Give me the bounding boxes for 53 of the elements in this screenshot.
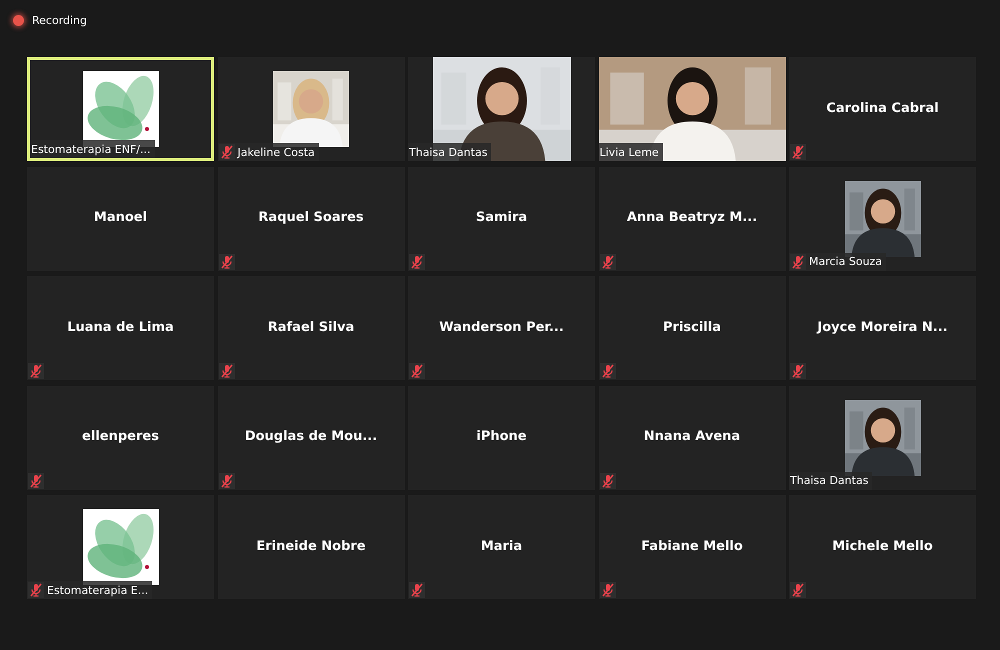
video-tile[interactable]: Livia Leme: [598, 57, 786, 161]
video-tile[interactable]: Estomaterapia E...: [27, 495, 214, 599]
video-tile[interactable]: Wanderson Per...: [408, 276, 595, 380]
participant-name: Joyce Moreira N...: [817, 320, 948, 334]
video-tile[interactable]: Joyce Moreira N...: [789, 276, 976, 380]
video-tile[interactable]: Jakeline Costa: [218, 57, 404, 161]
video-tile[interactable]: Luana de Lima: [27, 276, 214, 380]
recording-label: Recording: [32, 14, 88, 26]
recording-dot-icon: [13, 14, 24, 26]
participant-name: Thaisa Dantas: [790, 474, 868, 487]
participant-name: Estomaterapia E...: [47, 584, 148, 596]
participant-name: Thaisa Dantas: [409, 146, 488, 158]
participant-name: Raquel Soares: [258, 210, 364, 225]
video-tile[interactable]: Erineide Nobre: [218, 495, 404, 599]
participant-name: Fabiane Mello: [641, 538, 743, 554]
participant-name: Maria: [480, 538, 522, 554]
participant-name: iPhone: [476, 429, 527, 444]
video-tile[interactable]: Michele Mello: [789, 495, 976, 599]
participant-name: Nnana Avena: [644, 429, 740, 444]
participant-name: Carolina Cabral: [826, 100, 939, 116]
video-tile[interactable]: Rafael Silva: [218, 276, 404, 380]
video-tile[interactable]: Thaisa Dantas: [789, 386, 976, 490]
participant-name: Wanderson Per...: [439, 320, 564, 334]
video-tile[interactable]: Nnana Avena: [598, 386, 786, 490]
participant-name: Samira: [476, 210, 528, 225]
participant-name: Estomaterapia ENF/...: [31, 142, 151, 156]
video-tile[interactable]: ellenperes: [27, 386, 214, 490]
participant-name: Livia Leme: [600, 146, 659, 158]
video-tile[interactable]: Thaisa Dantas: [408, 57, 595, 161]
video-tile[interactable]: Fabiane Mello: [598, 495, 786, 599]
video-tile[interactable]: Priscilla: [598, 276, 786, 380]
participant-name: Jakeline Costa: [238, 146, 315, 158]
video-tile[interactable]: Marcia Souza: [789, 166, 976, 270]
video-tile[interactable]: iPhone: [408, 386, 595, 490]
leaf-logo-icon: [82, 509, 158, 585]
video-tile[interactable]: Carolina Cabral: [789, 57, 976, 161]
participant-name: Anna Beatryz M...: [626, 210, 758, 225]
participant-name: ellenperes: [82, 429, 159, 444]
participant-name: Manoel: [94, 210, 148, 225]
video-tile[interactable]: Raquel Soares: [218, 166, 404, 270]
participant-name: Erineide Nobre: [256, 538, 366, 554]
participant-name: Marcia Souza: [809, 255, 882, 268]
participant-name: Priscilla: [663, 320, 721, 334]
participant-name: Michele Mello: [832, 538, 933, 554]
video-tile[interactable]: Anna Beatryz M...: [598, 166, 786, 270]
video-tile[interactable]: Douglas de Mou...: [218, 386, 404, 490]
video-tile[interactable]: Estomaterapia ENF/...: [27, 57, 214, 161]
participant-name: Rafael Silva: [268, 320, 354, 334]
participant-name: Douglas de Mou...: [244, 429, 378, 444]
video-tile[interactable]: Manoel: [27, 166, 214, 270]
video-tile[interactable]: Samira: [408, 166, 595, 270]
video-tile[interactable]: Maria: [408, 495, 595, 599]
participant-name: Luana de Lima: [67, 320, 174, 334]
